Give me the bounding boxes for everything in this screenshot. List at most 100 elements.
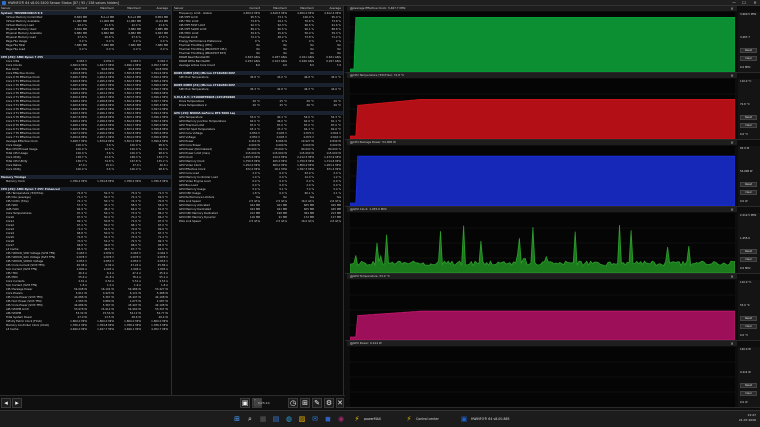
graph-current-value: 9.414 W [740,371,751,374]
exit-icon[interactable]: ✕ [336,398,344,408]
graph-plot-area[interactable] [349,146,736,207]
graph-close-icon[interactable]: ✕ [729,274,735,279]
taskbar-app-icon[interactable]: ▨ [297,414,307,424]
system-tray-clock[interactable]: 13:47 21.07.2026 [739,413,756,423]
graph-plot-area[interactable] [349,213,736,274]
taskbar-running-app-label[interactable]: HWiNFO® 64 v8.00-865 [471,417,510,421]
taskbar-running-app-icon[interactable]: ⚡ [352,414,362,424]
graph-reset-button[interactable]: Reset [740,316,757,321]
clock-icon[interactable]: ◷ [288,398,298,408]
sensor-name: PCIe Link Speed [179,219,201,223]
nav-left-icon[interactable]: ◂ [1,398,11,408]
taskbar-app-icon[interactable]: ✉ [310,414,320,424]
sensor-graph-window[interactable]: GPU Clock: 1,455.0 MHz ✕ 2,212.5 MHz 1,455.… [345,207,760,274]
sensor-row[interactable]: L3 Cache 4,690.0 MHz 1,497.7 MHz 4,696.1 MH… [0,327,171,331]
current-value: 2.5 GT/s [248,219,260,223]
sensor-graph-window[interactable]: Average Effective Clock: 3,467.7 MHz ✕ 3,9… [345,6,760,73]
graph-title[interactable]: GPU Temperature: 53.0 °C [347,274,737,279]
taskbar-running-app-label[interactable]: powerMAX [364,417,381,421]
sensor-graph-window[interactable]: GPU Temperature: 53.0 °C ✕ 110.0 °C 53.0 °C… [345,274,760,341]
graph-reset-button[interactable]: Reset [740,48,757,53]
graph-close-icon[interactable]: ✕ [729,341,735,346]
graph-min-value: 0.0 W [740,401,748,404]
graph-title[interactable]: GPU Clock: 1,455.0 MHz [347,207,737,212]
average-value: 7.9 [336,63,341,67]
graph-clear-button[interactable]: Clear [740,123,757,128]
column-header-current[interactable]: Current [235,6,262,10]
start-windows-icon[interactable]: ⊞ [232,414,242,424]
sensor-graph-window[interactable]: CPU Temperature (Tctl/Tdie): 72.8 °C ✕ 110… [345,73,760,140]
column-header-minimum[interactable]: Maximum [262,6,289,10]
taskbar-app-icon[interactable]: ▤ [271,414,281,424]
graph-close-icon[interactable]: ✕ [729,207,735,212]
sensor-table-left[interactable]: Sensor Current Maximum Maximum Average S… [0,6,172,395]
taskbar-app-icon[interactable]: ▦ [258,414,268,424]
graph-reset-button[interactable]: Reset [740,383,757,388]
sensor-graph-window[interactable]: CPU Package Power: 54.008 W ✕ 65.0 W 54.008… [345,140,760,207]
graph-reset-button[interactable]: Reset [740,115,757,120]
graph-plot-area[interactable] [349,12,736,73]
search-icon[interactable]: ⌕ [245,414,255,424]
graph-plot-area[interactable] [349,79,736,140]
graph-series-area [349,99,736,140]
column-header-maximum[interactable]: Maximum [116,6,143,10]
graph-close-icon[interactable]: ✕ [729,140,735,145]
graph-title[interactable]: CPU Temperature (Tctl/Tdie): 72.8 °C [347,73,737,78]
sensor-row[interactable]: SPD Hub Temperature 45.8 °C 43.0 °C 46.8 °C… [173,75,343,79]
sensor-row[interactable]: PCIe Link Speed 2.5 GT/s 2.5 GT/s 16.0 GT/s… [173,219,343,223]
graph-reset-button[interactable]: Reset [740,182,757,187]
taskbar-app-icon[interactable]: ◉ [336,414,346,424]
maximum-value: 8.0 [309,63,314,67]
taskbar-running-app-icon[interactable]: ⚡ [404,414,414,424]
graph-max-value: 2,212.5 MHz [740,214,757,217]
edit-icon[interactable]: ✎ [312,398,322,408]
graph-current-value: 1,455.0 [740,237,750,240]
column-header-sensor[interactable]: Sensor [0,6,62,10]
column-header-maximum[interactable]: Maximum [289,6,316,10]
graph-min-value: 0.0 MHz [740,267,751,270]
minimum-value: 43.0 °C [276,75,287,79]
taskbar-running-app-icon[interactable]: ▣ [459,414,469,424]
sensor-row[interactable]: SPD Hub Temperature 45.3 °C 42.8 °C 46.3 °C… [173,87,343,91]
column-header-minimum[interactable]: Maximum [89,6,116,10]
column-header-average[interactable]: Average [143,6,170,10]
sensor-row[interactable]: Drive Temperature 2 26 °C 25 °C 26 °C 26 °C [173,103,343,107]
graph-side-panel: 65.0 W 54.008 W 0.0 W Reset Clear [738,146,760,206]
nav-right-icon[interactable]: ▸ [12,398,22,408]
graph-title-text: GPU Clock: 1,455.0 MHz [353,207,387,211]
graph-series-area [349,310,736,341]
reset-icon[interactable]: ⊞ [300,398,310,408]
graph-title[interactable]: GPU Power: 9.414 W [347,341,737,346]
sensor-row[interactable]: Average Active Core Count 8.0 0.6 8.0 7.9 [173,63,343,67]
minimum-value: 3.6 % [106,167,114,171]
column-header-average[interactable]: Average [316,6,343,10]
sensor-row[interactable]: Memory Clock 1,786.2 MHz 1,784.8 MHz 1,788.… [0,179,171,183]
graph-plot-area[interactable] [349,280,736,341]
taskbar-app-icon[interactable]: ◼ [323,414,333,424]
graph-reset-button[interactable]: Reset [740,249,757,254]
graph-clear-button[interactable]: Clear [740,324,757,329]
sensor-table-right[interactable]: Sensor Current Maximum Maximum Average F… [173,6,344,395]
taskbar-running-app-label[interactable]: Control center [416,417,439,421]
sensor-name: Average Active Core Count [179,63,216,67]
graph-max-value: 65.0 W [740,147,750,150]
taskbar-app-icon[interactable]: ◍ [284,414,294,424]
graph-title-text: CPU Package Power: 54.008 W [353,140,396,144]
layout-icon[interactable]: ▣ [240,398,250,408]
graph-close-icon[interactable]: ✕ [729,73,735,78]
sensor-row[interactable]: Page File Load 0.0 % 0.0 % 0.0 % 0.0 % [0,47,171,51]
settings-gear-icon[interactable]: ⚙ [324,398,334,408]
graph-title[interactable]: Average Effective Clock: 3,467.7 MHz [347,6,737,11]
graph-close-icon[interactable]: ✕ [729,6,735,11]
graph-title[interactable]: CPU Package Power: 54.008 W [347,140,737,145]
column-header-sensor[interactable]: Sensor [173,6,235,10]
graph-clear-button[interactable]: Clear [740,257,757,262]
graph-title-text: GPU Power: 9.414 W [353,341,382,345]
column-header-current[interactable]: Current [62,6,89,10]
sensor-graph-window[interactable]: GPU Power: 9.414 W ✕ 140.0 W 9.414 W 0.0 W Re… [345,341,760,408]
graph-clear-button[interactable]: Clear [740,56,757,61]
graph-plot-area[interactable] [350,347,735,407]
graph-clear-button[interactable]: Clear [740,190,757,195]
graph-clear-button[interactable]: Clear [740,391,757,396]
sensor-row[interactable]: Core Utility 100.0 % 3.6 % 100.0 % 98.6 % [0,167,171,171]
